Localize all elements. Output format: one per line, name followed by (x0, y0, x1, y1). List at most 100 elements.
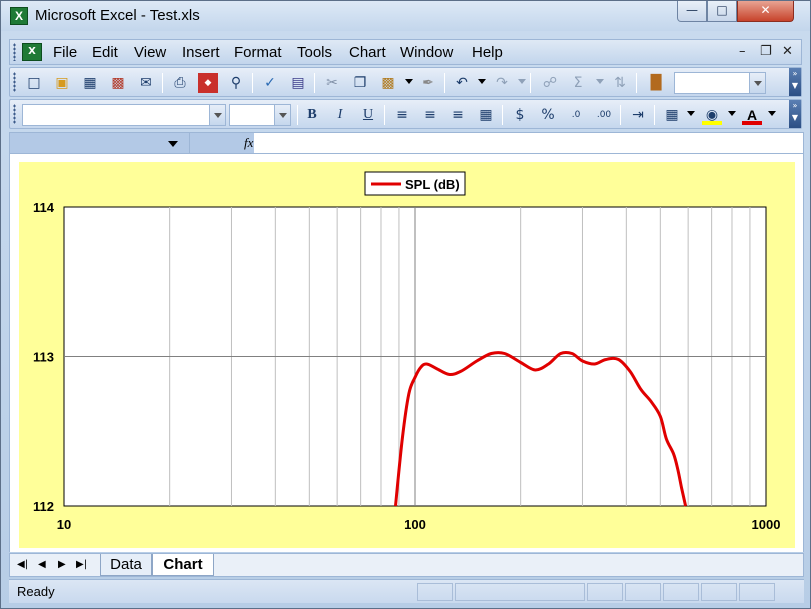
menu-insert[interactable]: Insert (182, 44, 220, 61)
borders-dropdown-arrow[interactable] (687, 111, 695, 116)
toolbar-grip-handle[interactable] (13, 72, 16, 92)
document-icon[interactable]: X (22, 43, 42, 61)
sheet-tab-bar: ◀| ◀ ▶ ▶| Data Chart (9, 553, 804, 577)
status-cell (739, 583, 775, 601)
minimize-button[interactable]: — (677, 1, 707, 22)
minimize-icon: — (686, 3, 698, 17)
zoom-combo[interactable] (674, 72, 766, 94)
status-cell (417, 583, 453, 601)
decrease-decimal-icon[interactable]: .00 (594, 105, 614, 125)
menu-grip-handle[interactable] (13, 43, 16, 61)
zoom-dropdown-arrow[interactable] (749, 73, 765, 93)
hyperlink-icon[interactable]: ☍ (540, 73, 560, 93)
italic-icon[interactable]: I (330, 105, 350, 125)
toolbar-separator (297, 105, 298, 125)
status-cell (455, 583, 585, 601)
font-dropdown-arrow[interactable] (209, 105, 225, 125)
status-cell (701, 583, 737, 601)
x-tick-label: 10 (57, 517, 71, 532)
font-size-combo[interactable] (229, 104, 291, 126)
font-size-dropdown-arrow[interactable] (274, 105, 290, 125)
toolbar-options-chevron[interactable]: » ▼ (789, 100, 801, 128)
merge-center-icon[interactable]: ▦ (476, 105, 496, 125)
first-sheet-icon[interactable]: ◀| (17, 559, 28, 570)
percent-icon[interactable]: % (538, 105, 558, 125)
maximize-button[interactable]: □ (707, 1, 737, 22)
menu-view[interactable]: View (134, 44, 166, 61)
align-left-icon[interactable]: ≡ (392, 105, 412, 125)
formatting-toolbar: B I U ≡ ≡ ≡ ▦ $ % .0 .00 ⇥ ▦ ◉ A » ▼ (9, 99, 802, 129)
currency-icon[interactable]: $ (510, 105, 530, 125)
toolbar-grip-handle[interactable] (13, 104, 16, 124)
redo-dropdown-arrow[interactable] (518, 79, 526, 84)
chart-area[interactable]: 10 100 1000 112 113 114 SPL (dB) (19, 162, 795, 548)
fill-color-dropdown-arrow[interactable] (728, 111, 736, 116)
research-icon[interactable]: ◆ (198, 73, 218, 93)
borders-icon[interactable]: ▦ (662, 105, 682, 125)
excel-app-icon[interactable]: X (10, 7, 28, 25)
y-tick-label: 113 (33, 350, 54, 365)
fill-color-icon[interactable]: ◉ (702, 105, 722, 125)
maximize-icon: □ (716, 3, 728, 17)
toolbar-separator (654, 105, 655, 125)
tab-chart[interactable]: Chart (152, 554, 214, 576)
sort-icon[interactable]: ⇅ (610, 73, 630, 93)
doc-restore-icon[interactable]: ❐ (760, 44, 772, 59)
menu-file[interactable]: File (53, 44, 77, 61)
paste-dropdown-arrow[interactable] (405, 79, 413, 84)
tab-data[interactable]: Data (100, 554, 152, 576)
toolbar-separator (502, 105, 503, 125)
menu-format[interactable]: Format (234, 44, 282, 61)
autosum-icon[interactable]: Σ (568, 73, 588, 93)
toolbar-separator (252, 73, 253, 93)
new-icon[interactable]: □ (24, 73, 44, 93)
menu-tools[interactable]: Tools (297, 44, 332, 61)
menu-help[interactable]: Help (472, 44, 503, 61)
name-box[interactable] (10, 133, 190, 153)
prev-sheet-icon[interactable]: ◀ (38, 559, 46, 570)
toolbar-separator (636, 73, 637, 93)
undo-dropdown-arrow[interactable] (478, 79, 486, 84)
paste-icon[interactable]: ▩ (378, 73, 398, 93)
menu-edit[interactable]: Edit (92, 44, 118, 61)
menu-chart[interactable]: Chart (349, 44, 386, 61)
font-color-dropdown-arrow[interactable] (768, 111, 776, 116)
save-icon[interactable]: ▦ (80, 73, 100, 93)
copy-icon[interactable]: ❐ (350, 73, 370, 93)
status-cell (625, 583, 661, 601)
research-book-icon[interactable]: ▤ (288, 73, 308, 93)
autosum-dropdown-arrow[interactable] (596, 79, 604, 84)
font-name-combo[interactable] (22, 104, 226, 126)
bold-icon[interactable]: B (302, 105, 322, 125)
font-color-icon[interactable]: A (742, 105, 762, 125)
redo-icon[interactable]: ↷ (492, 73, 512, 93)
underline-icon[interactable]: U (358, 105, 378, 125)
print-preview-icon[interactable]: ⚲ (226, 73, 246, 93)
spelling-icon[interactable]: ✓ (260, 73, 280, 93)
next-sheet-icon[interactable]: ▶ (58, 559, 66, 570)
permission-icon[interactable]: ▩ (108, 73, 128, 93)
toolbar-options-chevron[interactable]: » ▼ (789, 68, 801, 96)
status-text: Ready (17, 584, 55, 599)
cut-icon[interactable]: ✂ (322, 73, 342, 93)
undo-icon[interactable]: ↶ (452, 73, 472, 93)
menu-window[interactable]: Window (400, 44, 453, 61)
doc-minimize-icon[interactable]: – (739, 44, 746, 59)
open-icon[interactable]: ▣ (52, 73, 72, 93)
print-icon[interactable]: ⎙ (170, 73, 190, 93)
standard-toolbar: □ ▣ ▦ ▩ ✉ ⎙ ◆ ⚲ ✓ ▤ ✂ ❐ ▩ ✒ ↶ ↷ ☍ Σ ⇅ █ … (9, 67, 802, 97)
align-center-icon[interactable]: ≡ (420, 105, 440, 125)
close-icon: ✕ (760, 3, 771, 17)
chart-wizard-icon[interactable]: █ (646, 73, 666, 93)
insert-function-icon[interactable]: fx (244, 135, 253, 151)
increase-decimal-icon[interactable]: .0 (566, 105, 586, 125)
indent-icon[interactable]: ⇥ (628, 105, 648, 125)
name-box-dropdown-arrow[interactable] (168, 141, 178, 147)
formula-bar: fx (9, 132, 804, 154)
close-button[interactable]: ✕ (737, 1, 794, 22)
format-painter-icon[interactable]: ✒ (418, 73, 438, 93)
doc-close-icon[interactable]: ✕ (782, 44, 793, 59)
last-sheet-icon[interactable]: ▶| (76, 559, 87, 570)
email-icon[interactable]: ✉ (136, 73, 156, 93)
align-right-icon[interactable]: ≡ (448, 105, 468, 125)
